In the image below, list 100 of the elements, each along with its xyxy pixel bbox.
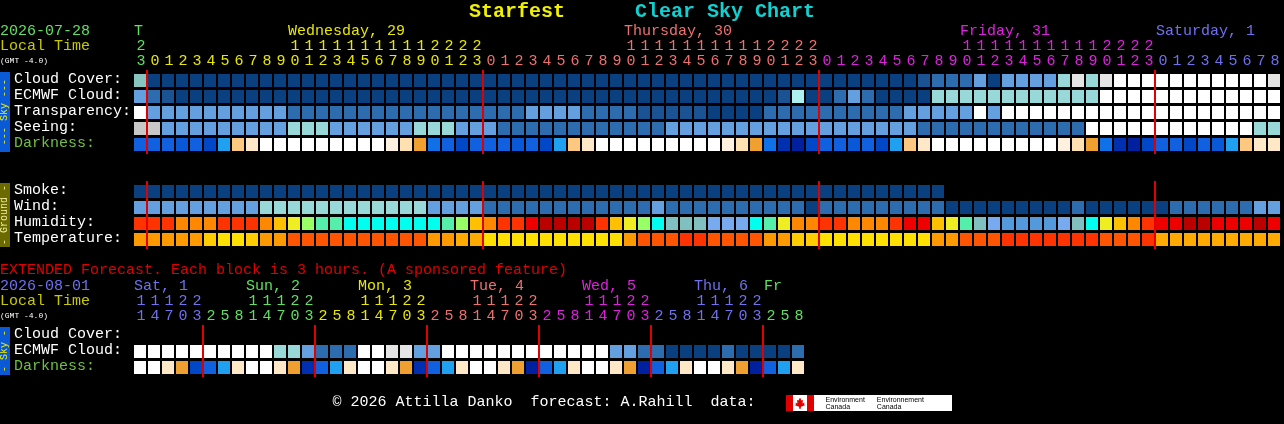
hour-label: 14 — [681, 39, 693, 69]
hour-label: 9 — [611, 54, 623, 69]
hour-label: 20 — [513, 294, 525, 324]
hour-label: 19 — [1087, 39, 1099, 69]
hour-label: 14 — [345, 39, 357, 69]
hour-label: 23 — [415, 294, 427, 324]
site-title: Starfest — [468, 0, 565, 24]
hour-label: 5 — [555, 309, 567, 324]
hour-label: 2 — [205, 309, 217, 324]
hour-label: 0 — [485, 54, 497, 69]
hour-label: 5 — [779, 309, 791, 324]
hour-label: 17 — [387, 39, 399, 69]
hour-label: 7 — [919, 54, 931, 69]
day-label: Mon, 3 — [358, 279, 413, 294]
hour-label: 8 — [261, 54, 273, 69]
hour-label: 6 — [233, 54, 245, 69]
hour-label: 18 — [401, 39, 413, 69]
hour-label: 2 — [317, 309, 329, 324]
hour-label: 0 — [149, 54, 161, 69]
day-label: T — [134, 24, 144, 39]
hour-label: 2 — [177, 54, 189, 69]
hour-label: 10 — [961, 39, 973, 69]
hour-label: 21 — [443, 39, 455, 69]
hour-label: 23 — [191, 294, 203, 324]
hour-label: 20 — [765, 39, 777, 69]
timezone-label: (GMT -4.0) — [0, 311, 49, 321]
hour-label: 20 — [177, 294, 189, 324]
row-label: Cloud Cover: — [14, 327, 124, 343]
hour-label: 11 — [359, 294, 371, 324]
hour-label: 10 — [289, 39, 301, 69]
hour-label: 11 — [303, 39, 315, 69]
hour-label: 14 — [485, 294, 497, 324]
time-label: Local Time — [0, 39, 91, 54]
forecast-date: 2026-08-01 — [0, 279, 91, 294]
hour-label: 21 — [779, 39, 791, 69]
hour-label: 17 — [387, 294, 399, 324]
hour-label: 23 — [807, 39, 819, 69]
hour-label: 13 — [667, 39, 679, 69]
hour-label: 23 — [527, 294, 539, 324]
hour-label: 21 — [1115, 39, 1127, 69]
hour-label: 6 — [1241, 54, 1253, 69]
hour-label: 5 — [219, 309, 231, 324]
hour-label: 17 — [1059, 39, 1071, 69]
hour-label: 9 — [947, 54, 959, 69]
hour-label: 2 — [1185, 54, 1197, 69]
hour-label: 6 — [905, 54, 917, 69]
hour-label: 6 — [569, 54, 581, 69]
hour-label: 8 — [933, 54, 945, 69]
hour-label: 13 — [1003, 39, 1015, 69]
hour-label: 8 — [793, 309, 805, 324]
hour-label: 14 — [1017, 39, 1029, 69]
hour-label: 3 — [863, 54, 875, 69]
hour-label: 11 — [471, 294, 483, 324]
hour-label: 8 — [681, 309, 693, 324]
hour-label: 17 — [611, 294, 623, 324]
hour-label: 8 — [569, 309, 581, 324]
hour-label: 2 — [849, 54, 861, 69]
hour-label: 3 — [527, 54, 539, 69]
hour-label: 11 — [247, 294, 259, 324]
hour-label: 18 — [737, 39, 749, 69]
hour-label: 17 — [163, 294, 175, 324]
day-label: Fr — [764, 279, 783, 294]
hour-label: 19 — [415, 39, 427, 69]
row-label: Wind: — [14, 199, 60, 215]
hour-label: 5 — [1227, 54, 1239, 69]
hour-label: 20 — [401, 294, 413, 324]
flag-icon — [785, 395, 814, 411]
hour-label: 11 — [639, 39, 651, 69]
hour-label: 5 — [667, 309, 679, 324]
row-label: Cloud Cover: — [14, 72, 124, 88]
day-label: Tue, 4 — [470, 279, 525, 294]
hour-label: 7 — [583, 54, 595, 69]
hour-label: 8 — [597, 54, 609, 69]
extended-forecast-notice: EXTENDED Forecast. Each block is 3 hours. (A sponsored feature) — [0, 263, 569, 279]
hour-label: 19 — [751, 39, 763, 69]
hour-label: 2 — [513, 54, 525, 69]
hour-label: 23 — [135, 39, 147, 69]
hour-label: 17 — [499, 294, 511, 324]
hour-label: 14 — [709, 294, 721, 324]
hour-label: 16 — [709, 39, 721, 69]
hour-label: 22 — [457, 39, 469, 69]
hour-label: 15 — [1031, 39, 1043, 69]
hour-label: 10 — [625, 39, 637, 69]
hour-label: 16 — [373, 39, 385, 69]
hour-label: 1 — [499, 54, 511, 69]
row-label: Transparency: — [14, 104, 133, 120]
hour-label: 11 — [583, 294, 595, 324]
day-label: Wednesday, 29 — [288, 24, 407, 39]
hour-label: 18 — [1073, 39, 1085, 69]
hour-label: 17 — [723, 294, 735, 324]
hour-label: 20 — [1101, 39, 1113, 69]
hour-label: 2 — [653, 309, 665, 324]
row-label: Darkness: — [14, 136, 96, 152]
hour-label: 7 — [1255, 54, 1267, 69]
hour-label: 20 — [625, 294, 637, 324]
forecast-date: 2026-07-28 — [0, 24, 91, 39]
hour-label: 11 — [975, 39, 987, 69]
day-label: Thursday, 30 — [624, 24, 734, 39]
hour-label: 13 — [331, 39, 343, 69]
hour-label: 0 — [1157, 54, 1169, 69]
